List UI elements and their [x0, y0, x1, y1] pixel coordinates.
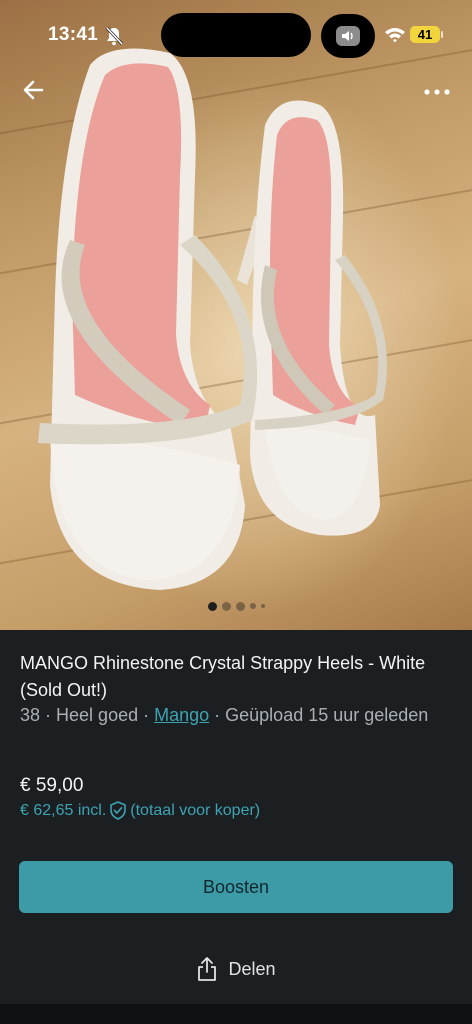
- wifi-icon: [385, 28, 405, 43]
- upload-time: · Geüpload 15 uur geleden: [209, 705, 429, 725]
- more-icon[interactable]: [420, 80, 454, 104]
- carousel-dot[interactable]: [221, 601, 231, 611]
- boost-button[interactable]: Boosten: [19, 861, 453, 913]
- meta-separator: ·: [40, 705, 57, 725]
- battery-icon: 41: [410, 26, 440, 43]
- share-button[interactable]: Delen: [0, 950, 472, 988]
- speaker-icon: [336, 26, 360, 46]
- carousel-dot[interactable]: [207, 601, 217, 611]
- price-incl-buyer-protection[interactable]: € 62,65 incl. (totaal voor koper): [20, 801, 260, 820]
- carousel-dot[interactable]: [249, 603, 256, 609]
- size-label: 38: [20, 705, 41, 725]
- listing-meta: 38 · Heel goed · Mango · Geüpload 15 uur…: [20, 702, 450, 729]
- home-indicator-area: [0, 1004, 472, 1024]
- shoe-left-image: [38, 48, 258, 591]
- status-time: 13:41: [48, 24, 99, 45]
- price-incl-value: € 62,65 incl.: [20, 801, 107, 819]
- condition-label: Heel goed: [56, 705, 139, 725]
- share-icon: [198, 957, 217, 981]
- price-incl-note: (totaal voor koper): [130, 801, 261, 819]
- carousel-indicator[interactable]: [0, 600, 472, 612]
- bell-muted-icon: [105, 26, 124, 46]
- carousel-dot[interactable]: [260, 604, 265, 608]
- shield-check-icon: [110, 801, 127, 820]
- dynamic-island: [161, 13, 311, 57]
- brand-link[interactable]: Mango: [154, 705, 209, 725]
- carousel-dot[interactable]: [235, 601, 245, 611]
- price: € 59,00: [20, 775, 84, 796]
- listing-title: MANGO Rhinestone Crystal Strappy Heels -…: [20, 653, 426, 700]
- battery-nub: [441, 31, 443, 38]
- boost-button-label: Boosten: [202, 876, 270, 897]
- product-photo[interactable]: 13:41 41: [0, 0, 472, 630]
- back-arrow-icon[interactable]: [20, 76, 48, 104]
- share-button-label: Delen: [228, 958, 276, 979]
- meta-separator: ·: [138, 705, 155, 725]
